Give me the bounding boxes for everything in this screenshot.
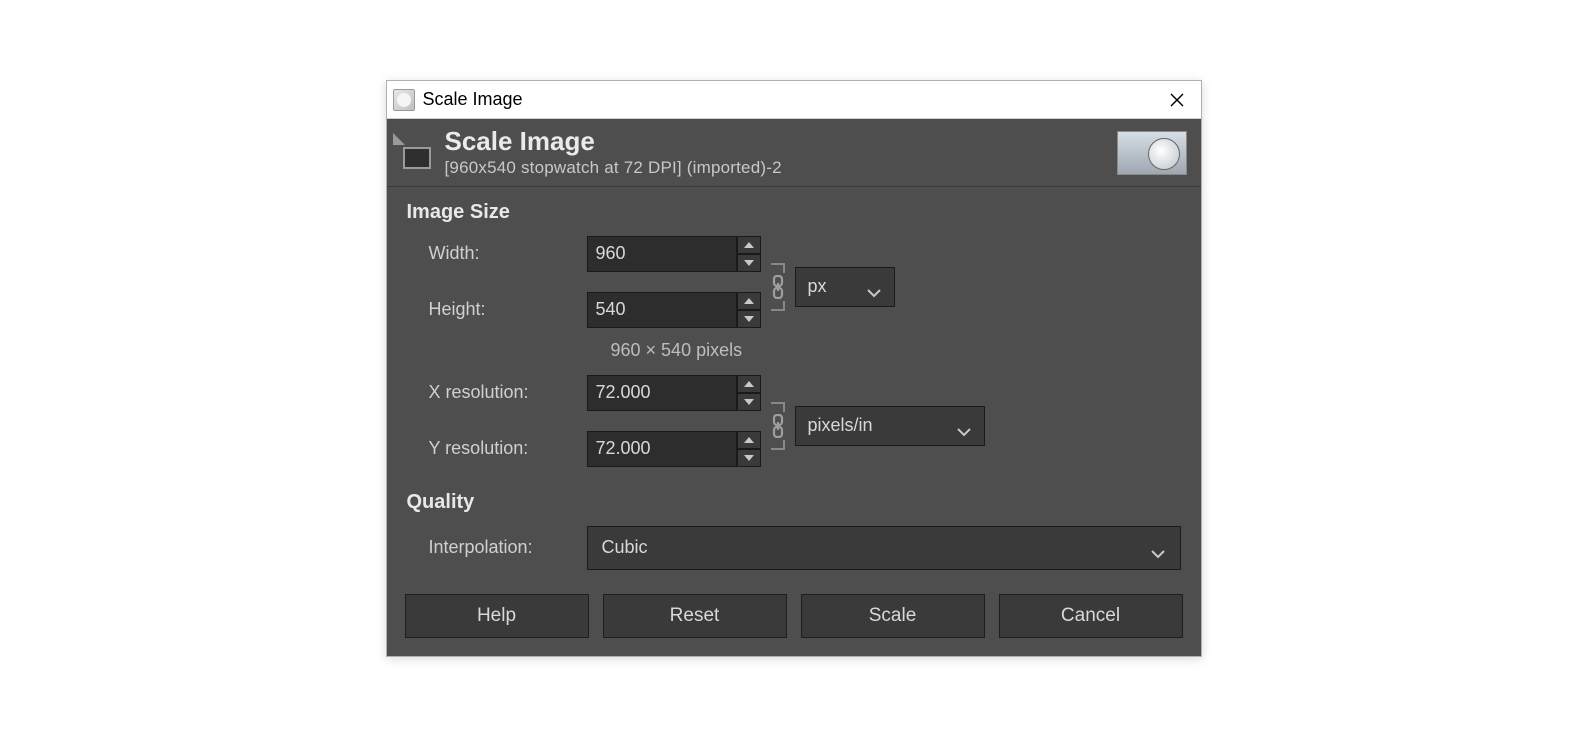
close-icon	[1170, 93, 1184, 107]
quality-title: Quality	[407, 491, 1181, 514]
resolution-unit-value: pixels/in	[808, 415, 873, 436]
yres-spin-up[interactable]	[737, 431, 761, 449]
header-title: Scale Image	[445, 127, 1117, 156]
image-size-title: Image Size	[407, 201, 1181, 224]
chevron-down-icon	[1150, 543, 1166, 553]
chevron-down-icon	[866, 282, 882, 292]
xres-label: X resolution:	[407, 382, 587, 403]
xres-spin-down[interactable]	[737, 393, 761, 411]
image-thumbnail	[1117, 131, 1187, 175]
app-icon	[393, 89, 415, 111]
close-button[interactable]	[1153, 81, 1201, 119]
quality-section: Quality Interpolation: Cubic	[387, 477, 1201, 570]
height-spin-up[interactable]	[737, 292, 761, 310]
height-spin-down[interactable]	[737, 310, 761, 328]
chevron-down-icon	[956, 421, 972, 431]
header-subtitle: [960x540 stopwatch at 72 DPI] (imported)…	[445, 158, 1117, 178]
xres-input[interactable]	[587, 375, 737, 411]
size-readout: 960 × 540 pixels	[407, 340, 1181, 361]
titlebar: Scale Image	[387, 81, 1201, 119]
size-unit-value: px	[808, 276, 827, 297]
interpolation-select[interactable]: Cubic	[587, 526, 1181, 570]
interpolation-value: Cubic	[602, 537, 648, 558]
dialog-header: Scale Image [960x540 stopwatch at 72 DPI…	[387, 119, 1201, 187]
help-button[interactable]: Help	[405, 594, 589, 638]
dialog-button-row: Help Reset Scale Cancel	[387, 570, 1201, 656]
width-spin-up[interactable]	[737, 236, 761, 254]
interpolation-label: Interpolation:	[407, 537, 587, 558]
scale-image-dialog: Scale Image Scale Image [960x540 stopwat…	[386, 80, 1202, 657]
width-input[interactable]	[587, 236, 737, 272]
resolution-unit-select[interactable]: pixels/in	[795, 406, 985, 446]
yres-label: Y resolution:	[407, 438, 587, 459]
resolution-link-toggle[interactable]	[769, 414, 787, 438]
scale-icon	[393, 133, 435, 173]
image-size-section: Image Size Width: Hei	[387, 187, 1201, 477]
reset-button[interactable]: Reset	[603, 594, 787, 638]
window-title: Scale Image	[423, 89, 1153, 110]
chain-icon	[769, 414, 787, 438]
yres-spin-down[interactable]	[737, 449, 761, 467]
xres-spin-up[interactable]	[737, 375, 761, 393]
width-spin-down[interactable]	[737, 254, 761, 272]
chain-icon	[769, 275, 787, 299]
size-link-toggle[interactable]	[769, 275, 787, 299]
width-label: Width:	[407, 243, 587, 264]
cancel-button[interactable]: Cancel	[999, 594, 1183, 638]
height-label: Height:	[407, 299, 587, 320]
height-input[interactable]	[587, 292, 737, 328]
yres-input[interactable]	[587, 431, 737, 467]
scale-button[interactable]: Scale	[801, 594, 985, 638]
size-unit-select[interactable]: px	[795, 267, 895, 307]
dialog-body: Scale Image [960x540 stopwatch at 72 DPI…	[387, 119, 1201, 656]
